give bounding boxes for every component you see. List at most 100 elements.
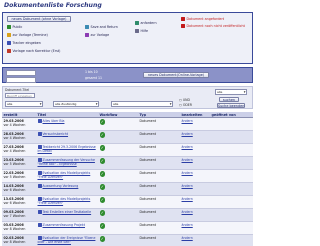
field-select[interactable]: alle [215, 89, 247, 95]
workflow-cell: ✓ [98, 234, 138, 246]
option-help[interactable]: Hilfe [135, 29, 148, 34]
created-cell: 29.03.2006 vor 4 Wochen [2, 117, 36, 131]
document-title-link[interactable]: Test Erstellen einer Testtabelle [43, 210, 92, 214]
created-cell: 14.03.2006 vor 6 Wochen [2, 182, 36, 196]
filter-select-responsible[interactable]: alle Zuständig [53, 101, 99, 107]
document-icon [37, 184, 42, 188]
checkmark-icon: ✓ [99, 236, 105, 242]
filter-select-2[interactable]: alle [111, 101, 173, 107]
range-label: 1 bis 10 [85, 70, 98, 74]
edit-cell: ändern [180, 182, 210, 196]
document-title-link[interactable]: Versuchsbericht [43, 132, 69, 136]
edit-link[interactable]: ändern [182, 197, 193, 201]
reset-search-button[interactable]: Suche beenden [217, 103, 245, 108]
title-cell: Alles über Bla [36, 117, 98, 131]
workflow-cell: ✓ [98, 169, 138, 183]
created-cell: 03.03.2006 vor 8 Wochen [2, 221, 36, 235]
table-row: 23.03.2006 vor 5 Wochen Zusammenfassung de… [2, 156, 253, 170]
option-request[interactable]: anfordern [135, 21, 157, 26]
title-cell: Evaluation des Modellprojekts "Freie Liz… [36, 169, 98, 183]
template-icon [7, 33, 11, 37]
request-icon [135, 21, 139, 25]
type-cell: Dokument [138, 234, 180, 246]
opened-by-cell [210, 208, 253, 222]
edit-link[interactable]: ändern [182, 119, 193, 123]
opened-by-cell [210, 117, 253, 131]
created-cell: 02.03.2006 vor 8 Wochen [2, 234, 36, 246]
option-tracker[interactable]: Tracker eingeben [7, 41, 41, 46]
option-template-dates[interactable]: zur Vorlage (Termine) [7, 33, 48, 38]
edit-link[interactable]: ändern [182, 210, 193, 214]
title-cell: Evaluation des Modellprojekts "Freie Liz… [36, 195, 98, 209]
and-option[interactable]: ○ UND [179, 98, 190, 102]
workflow-cell: ✓ [98, 208, 138, 222]
type-cell: Dokument [138, 156, 180, 170]
filter-select-1[interactable]: alle [5, 101, 43, 107]
opened-by-cell [210, 221, 253, 235]
edit-link[interactable]: ändern [182, 171, 193, 175]
option-public[interactable]: Public [7, 25, 22, 30]
title-cell: Auswertung Vorlesung [36, 182, 98, 196]
document-title-link[interactable]: Testbericht 29.3.2006 Ergebnisse im Deta… [38, 145, 96, 153]
template-icon [85, 33, 89, 37]
table-row: 28.03.2006 vor 4 Wochen Versuchsbericht ✓ Do… [2, 130, 253, 144]
table-row: 29.03.2006 vor 4 Wochen Alles über Bla ✓ Dok… [2, 117, 253, 131]
radio-icon: ○ [179, 103, 182, 107]
opened-by-cell [210, 182, 253, 196]
document-title-link[interactable]: Auswertung Vorlesung [43, 184, 79, 188]
edit-link[interactable]: ändern [182, 145, 193, 149]
opened-by-cell [210, 143, 253, 157]
correction-icon [7, 49, 11, 53]
type-cell: Dokument [138, 208, 180, 222]
edit-link[interactable]: ändern [182, 132, 193, 136]
table-row: 09.03.2006 vor 7 Wochen Test Erstellen ein… [2, 208, 253, 222]
edit-cell: ändern [180, 221, 210, 235]
document-toolbar: neues Dokument (ohne Vorlage) Public zur… [2, 12, 253, 64]
warning-icon [181, 24, 185, 28]
document-title-link[interactable]: Evaluation des Modellprojekts "Freie Liz… [38, 171, 91, 179]
created-cell: 27.03.2006 vor 4 Wochen [2, 143, 36, 157]
edit-cell: ändern [180, 208, 210, 222]
total-label: gesamt 11 [85, 76, 103, 80]
checkmark-icon: ✓ [99, 145, 105, 151]
document-title-link[interactable]: Alles über Bla [43, 119, 65, 123]
document-icon [37, 132, 42, 136]
type-cell: Dokument [138, 143, 180, 157]
created-cell: 09.03.2006 vor 7 Wochen [2, 208, 36, 222]
search-input[interactable]: Begriff eingeben [5, 93, 35, 98]
edit-cell: ändern [180, 156, 210, 170]
page-select[interactable] [6, 70, 36, 76]
document-title-link[interactable]: Zusammenfassung Projekt [43, 223, 85, 227]
type-cell: Dokument [138, 130, 180, 144]
table-row: 22.03.2006 vor 5 Wochen Evaluation des Mod… [2, 169, 253, 183]
table-row: 02.03.2006 vor 8 Wochen Evaluation der Ere… [2, 234, 253, 246]
new-online-template-button[interactable]: neues Dokument(Online-Vorlage) [143, 72, 209, 78]
publish-icon [7, 25, 11, 29]
new-document-button[interactable]: neues Dokument (ohne Vorlage) [7, 16, 71, 22]
edit-cell: ändern [180, 117, 210, 131]
title-cell: Evaluation der Ereignisse "Ebene oder - … [36, 234, 98, 246]
or-option[interactable]: ○ ODER [179, 103, 192, 107]
search-button[interactable]: suchen [219, 97, 239, 102]
edit-link[interactable]: ändern [182, 223, 193, 227]
document-title-link[interactable]: Evaluation der Ereignisse "Ebene oder - … [38, 236, 96, 244]
option-to-template[interactable]: zur Vorlage [85, 33, 109, 38]
pagination-bar: 1 bis 10 gesamt 11 neues Dokument(Online… [2, 67, 253, 83]
checkmark-icon: ✓ [99, 210, 105, 216]
document-title-link[interactable]: Zusammenfassung der Versuche "Reihe abc"… [38, 158, 95, 166]
title-cell: Test Erstellen einer Testtabelle [36, 208, 98, 222]
type-cell: Dokument [138, 195, 180, 209]
checkmark-icon: ✓ [99, 171, 105, 177]
title-cell: Versuchsbericht [36, 130, 98, 144]
option-template-correction[interactable]: Vorlage nach Korrektur (Erst) [7, 49, 60, 54]
page-input[interactable] [6, 77, 36, 83]
table-row: 14.03.2006 vor 6 Wochen Auswertung Vorlesu… [2, 182, 253, 196]
checkmark-icon: ✓ [99, 158, 105, 164]
option-save-return[interactable]: Save and Return [85, 25, 118, 30]
edit-link[interactable]: ändern [182, 158, 193, 162]
document-title-link[interactable]: Evaluation des Modellprojekts "Freie Liz… [38, 197, 91, 205]
edit-cell: ändern [180, 195, 210, 209]
warning-icon [181, 17, 185, 21]
edit-link[interactable]: ändern [182, 184, 193, 188]
edit-link[interactable]: ändern [182, 236, 193, 240]
